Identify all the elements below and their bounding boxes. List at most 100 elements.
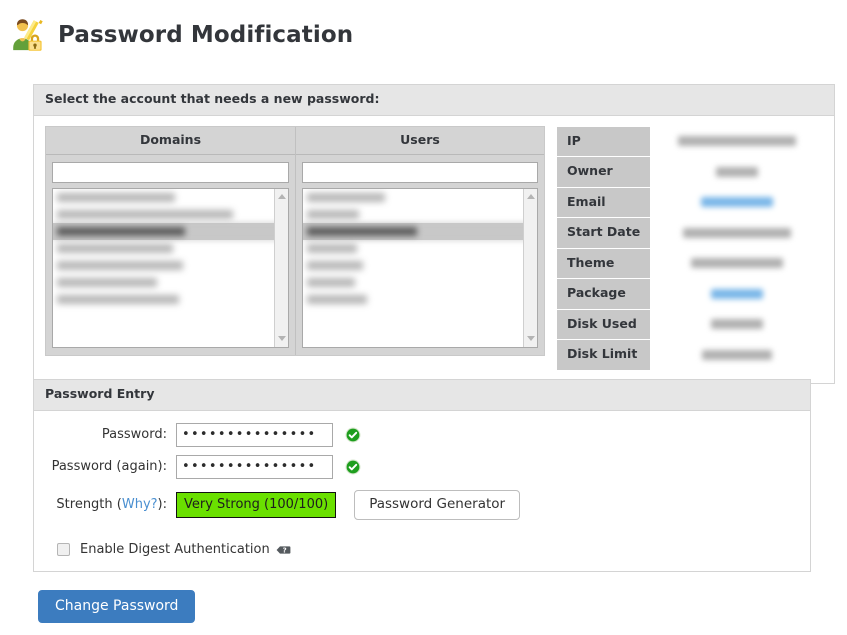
account-info-value (650, 309, 823, 339)
green-check-icon (345, 459, 361, 474)
redacted-text (57, 243, 173, 253)
account-info-value (650, 218, 823, 248)
account-info-label: Disk Limit (557, 340, 651, 370)
strength-why-link[interactable]: Why? (122, 497, 158, 512)
user-list-item[interactable] (303, 240, 537, 257)
account-panel-heading: Select the account that needs a new pass… (34, 85, 834, 116)
domain-list-item[interactable] (53, 206, 288, 223)
account-info-label: Disk Used (557, 309, 651, 339)
users-column: Users (295, 126, 544, 355)
svg-text:?: ? (282, 546, 286, 554)
help-question-icon[interactable]: ? (276, 543, 291, 557)
enable-digest-authentication-label: Enable Digest Authentication (80, 542, 270, 557)
domain-list-item[interactable] (53, 257, 288, 274)
green-check-icon (345, 427, 361, 442)
domains-scroll-up-icon[interactable] (275, 190, 288, 204)
account-info-label: Owner (557, 157, 651, 187)
redacted-text (307, 260, 363, 270)
redacted-text (57, 226, 185, 236)
redacted-text (307, 226, 417, 236)
account-info-row: Theme (557, 248, 823, 278)
account-info-row: Owner (557, 157, 823, 187)
account-info-value[interactable] (650, 279, 823, 309)
account-info-table: IP Owner Email Start Date Theme Package Disk U… (557, 126, 823, 371)
confirm-password-field-row: Password (again): (45, 454, 799, 479)
users-listbox[interactable] (302, 187, 538, 348)
password-panel-heading: Password Entry (34, 380, 810, 411)
account-info-value (650, 126, 823, 156)
redacted-value (700, 197, 773, 207)
account-info-row: Email (557, 187, 823, 217)
domain-list-item[interactable] (53, 291, 288, 308)
user-key-lock-icon (13, 19, 43, 51)
account-info-label: Email (557, 187, 651, 217)
user-list-item[interactable] (303, 291, 537, 308)
account-info-value (650, 340, 823, 370)
password-generator-button[interactable]: Password Generator (354, 489, 521, 520)
redacted-value (715, 166, 758, 177)
account-info-row: Start Date (557, 218, 823, 248)
strength-label-prefix: Strength ( (56, 497, 122, 513)
account-info-row: Disk Used (557, 309, 823, 339)
redacted-text (57, 260, 183, 270)
account-info-value (650, 157, 823, 187)
users-scroll-down-icon[interactable] (524, 332, 537, 346)
password-field-row: Password: (45, 422, 799, 447)
redacted-text (307, 243, 357, 253)
confirm-password-input[interactable] (176, 454, 333, 479)
domains-filter-input[interactable] (52, 161, 289, 183)
account-info-row: Package (557, 279, 823, 309)
domain-list-item[interactable] (53, 274, 288, 291)
account-info-row: Disk Limit (557, 340, 823, 370)
users-scroll-up-icon[interactable] (524, 190, 537, 204)
user-list-item[interactable] (303, 206, 537, 223)
domain-list-item[interactable] (53, 240, 288, 257)
domain-list-item[interactable] (53, 189, 288, 206)
redacted-value (682, 227, 791, 238)
change-password-button[interactable]: Change Password (38, 590, 196, 623)
confirm-password-label: Password (again): (51, 459, 167, 474)
page-header: Password Modification (0, 0, 847, 58)
domains-list[interactable] (53, 189, 288, 308)
domains-listbox[interactable] (52, 187, 289, 348)
redacted-value (710, 319, 763, 329)
account-info-label: IP (557, 126, 651, 156)
domain-list-item[interactable] (53, 222, 288, 240)
users-column-header: Users (296, 127, 544, 155)
domains-column-header: Domains (46, 127, 295, 155)
account-info-value[interactable] (650, 187, 823, 217)
strength-row: Strength (Why?): Very Strong (100/100) P… (45, 489, 799, 520)
user-list-item[interactable] (303, 257, 537, 274)
users-filter-input[interactable] (302, 161, 538, 183)
password-entry-panel: Password Entry Password: Password (again… (33, 379, 811, 572)
users-scrollbar[interactable] (523, 188, 537, 347)
submit-wrapper: Change Password (38, 590, 196, 623)
redacted-value (710, 288, 763, 299)
user-list-item[interactable] (303, 222, 537, 240)
domains-scrollbar[interactable] (274, 188, 288, 347)
account-selection-panel: Select the account that needs a new pass… (33, 84, 835, 384)
redacted-value (677, 136, 796, 146)
redacted-text (307, 209, 359, 219)
redacted-value (690, 258, 783, 268)
page-title: Password Modification (58, 21, 354, 48)
users-list[interactable] (303, 189, 537, 308)
user-list-item[interactable] (303, 189, 537, 206)
redacted-text (307, 294, 367, 304)
account-info-label: Start Date (557, 218, 651, 248)
strength-badge: Very Strong (100/100) (176, 491, 337, 518)
redacted-text (307, 192, 385, 202)
enable-digest-authentication-checkbox[interactable] (57, 543, 70, 556)
account-info-row: IP (557, 126, 823, 156)
redacted-text (57, 294, 179, 304)
account-info-label: Package (557, 279, 651, 309)
strength-label-suffix: ): (157, 497, 167, 513)
domains-scroll-down-icon[interactable] (275, 332, 288, 346)
redacted-text (307, 277, 355, 287)
password-label: Password: (101, 427, 167, 442)
domains-column: Domains (46, 127, 295, 355)
password-input[interactable] (176, 422, 333, 447)
digest-authentication-row: Enable Digest Authentication ? (45, 542, 799, 557)
redacted-text (57, 209, 233, 219)
user-list-item[interactable] (303, 274, 537, 291)
